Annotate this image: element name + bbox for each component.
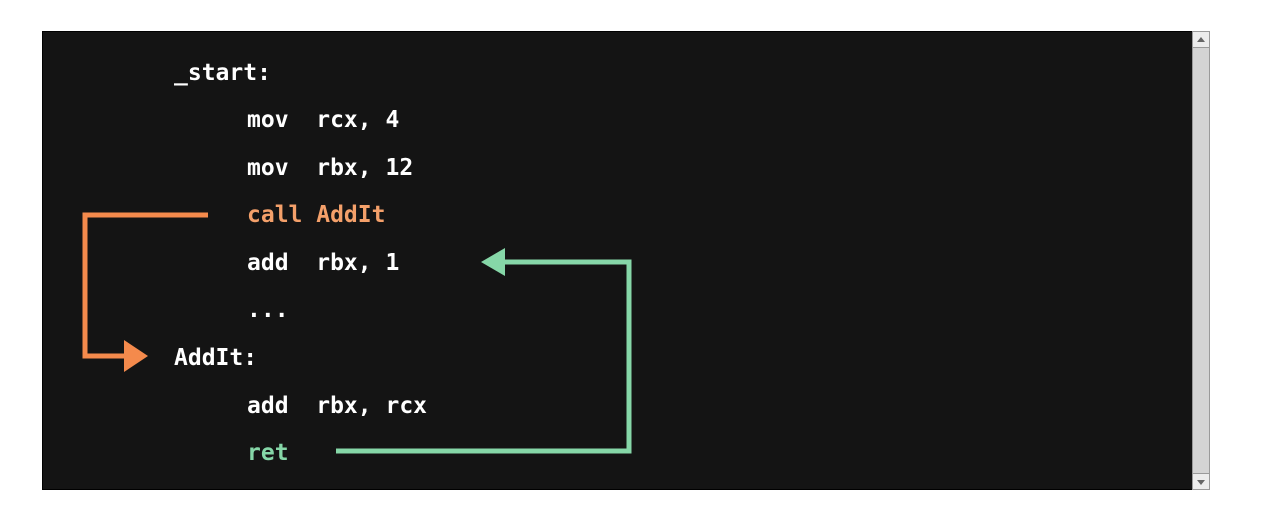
code-panel	[42, 31, 1210, 490]
code-line-mov-rcx: mov rcx, 4	[247, 107, 400, 133]
code-line-ellipsis: ...	[247, 297, 289, 323]
code-line-mov-rbx: mov rbx, 12	[247, 155, 414, 181]
start-label: _start:	[174, 60, 271, 86]
scroll-down-button[interactable]	[1193, 473, 1209, 489]
code-line-add-rbx-rcx: add rbx, rcx	[247, 393, 428, 419]
code-line-call-addit: call AddIt	[247, 202, 386, 228]
scroll-down-arrow-icon	[1197, 480, 1205, 485]
scroll-up-arrow-icon	[1197, 37, 1205, 42]
addit-label: AddIt:	[174, 345, 258, 371]
vertical-scrollbar[interactable]	[1192, 31, 1210, 490]
scroll-up-button[interactable]	[1193, 32, 1209, 48]
code-line-ret: ret	[247, 440, 289, 466]
code-line-add-rbx-1: add rbx, 1	[247, 250, 400, 276]
